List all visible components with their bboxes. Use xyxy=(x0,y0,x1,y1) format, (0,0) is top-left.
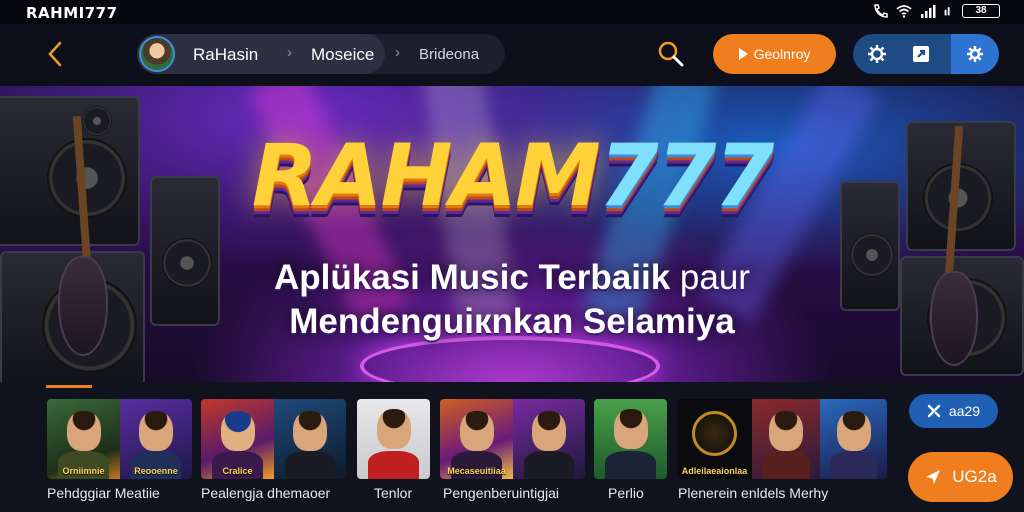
banner-tagline-line1: Aplükasi Music Terbaiik paur xyxy=(0,258,1024,298)
fab-label: UG2a xyxy=(952,467,997,486)
toolbar-group xyxy=(853,34,999,74)
card-label[interactable]: Pehdggiar Meatiie xyxy=(47,485,160,501)
breadcrumb-item-user[interactable]: RaHasin xyxy=(193,45,258,65)
signal-icon xyxy=(921,5,936,18)
status-bar: RAHMI777 38 xyxy=(0,0,1024,24)
app-title: RAHMI777 xyxy=(26,4,118,22)
playlist-card[interactable] xyxy=(357,399,430,479)
settings-button[interactable] xyxy=(853,34,901,74)
floating-action-button[interactable]: UG2a xyxy=(908,452,1013,502)
battery-icon: 38 xyxy=(962,4,1000,18)
breadcrumb: RaHasin › Moseice › Brideona xyxy=(137,34,505,74)
tools-icon xyxy=(927,404,941,418)
banner-tagline-line2: Mendenguiкnkan Selamiya xyxy=(289,302,735,341)
settings-icon xyxy=(868,45,886,63)
play-button[interactable]: Geolnroy xyxy=(713,34,836,74)
signal-icon xyxy=(944,7,950,16)
breadcrumb-item-current[interactable]: Brideona xyxy=(419,46,479,63)
status-icons: 38 xyxy=(872,4,1000,18)
card-label[interactable]: Pealengja dhemaoer xyxy=(201,485,330,501)
wifi-icon xyxy=(896,5,912,18)
chevron-left-icon xyxy=(48,41,62,67)
play-button-label: Geolnroy xyxy=(753,46,811,62)
card-label[interactable]: Plenerein enldels Merhy xyxy=(678,485,828,501)
playlist-card[interactable]: Adleilaeaionlaa xyxy=(677,399,887,479)
card-thumbnail: Cralice xyxy=(201,399,274,479)
card-thumbnail xyxy=(513,399,585,479)
card-label[interactable]: Perlio xyxy=(608,485,644,501)
hero-banner[interactable]: RAHAM777 Aplükasi Music Terbaiik paur Me… xyxy=(0,86,1024,382)
card-thumbnail: Reooenne xyxy=(120,399,192,479)
top-navigation: RaHasin › Moseice › Brideona Geolnroy xyxy=(0,24,1024,86)
logo-text: RAHAM xyxy=(251,126,601,226)
search-icon xyxy=(658,41,684,67)
avatar[interactable] xyxy=(139,36,175,72)
navigate-icon xyxy=(926,470,941,484)
back-button[interactable] xyxy=(40,38,70,70)
card-label[interactable]: Pengenberuintigjai xyxy=(443,485,559,501)
playlist-card[interactable]: Cralice xyxy=(201,399,346,479)
card-thumbnail xyxy=(820,399,887,479)
logo-number: 777 xyxy=(598,126,775,226)
playlist-card[interactable]: Orniimnie Reooenne xyxy=(47,399,192,479)
tagline-line1-main: Aplükasi Music Terbaiik xyxy=(274,258,671,297)
carousel-progress xyxy=(46,385,92,388)
play-icon xyxy=(738,48,748,60)
gear-button[interactable] xyxy=(951,34,999,74)
gear-icon xyxy=(967,46,983,62)
phone-icon xyxy=(874,4,888,18)
carousel-strip: Orniimnie Reooenne Pehdggiar Meatiie Cra… xyxy=(0,382,1024,512)
card-thumbnail xyxy=(274,399,346,479)
chevron-right-icon: › xyxy=(287,44,292,61)
side-button-label: aa29 xyxy=(948,403,981,419)
share-button[interactable] xyxy=(897,34,945,74)
playlist-card[interactable]: Mecaseuitiiaa xyxy=(440,399,585,479)
search-button[interactable] xyxy=(656,39,686,69)
stage-ring xyxy=(360,336,660,382)
share-icon xyxy=(913,46,929,62)
brand-logo: RAHAM777 xyxy=(0,126,1024,226)
card-thumbnail: Mecaseuitiiaa xyxy=(440,399,513,479)
card-thumbnail xyxy=(752,399,820,479)
side-action-button[interactable]: aa29 xyxy=(909,394,998,428)
card-thumbnail: Orniimnie xyxy=(47,399,120,479)
chevron-right-icon: › xyxy=(395,44,400,61)
breadcrumb-item-music[interactable]: Moseice xyxy=(311,45,374,65)
playlist-card[interactable] xyxy=(594,399,667,479)
card-label[interactable]: Tenlor xyxy=(374,485,412,501)
tagline-line1-tail: paur xyxy=(679,258,750,297)
card-thumbnail: Adleilaeaionlaa xyxy=(677,399,752,479)
